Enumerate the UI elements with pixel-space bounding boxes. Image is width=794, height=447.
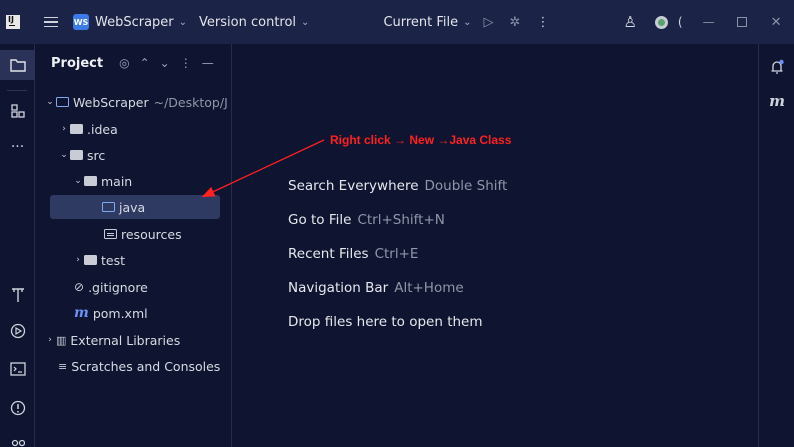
maximize-icon[interactable] <box>736 17 747 27</box>
tree-item-path: ~/Desktop/J <box>153 94 228 110</box>
add-user-icon[interactable]: ♙ <box>623 13 636 31</box>
hint-shortcut: Double Shift <box>424 178 508 194</box>
hint-navigation-bar[interactable]: Navigation Bar Alt+Home <box>288 280 464 296</box>
maven-icon: m <box>74 305 89 321</box>
tree-item-scratches[interactable]: ≡ Scratches and Consoles <box>58 354 220 378</box>
chevron-down-icon[interactable]: ⌄ <box>463 17 471 28</box>
more-actions-icon[interactable]: ⋮ <box>536 15 549 30</box>
hint-shortcut: Alt+Home <box>394 280 464 296</box>
hint-label: Drop files here to open them <box>288 314 483 330</box>
source-folder-icon <box>102 202 115 212</box>
tree-item-test[interactable]: › test <box>72 248 125 272</box>
hint-label: Search Everywhere <box>288 178 419 194</box>
project-badge[interactable]: WS <box>73 14 89 30</box>
locate-icon[interactable]: ◎ <box>119 56 129 70</box>
hint-label: Go to File <box>288 212 352 228</box>
folder-icon <box>70 124 83 134</box>
tree-item-label: Scratches and Consoles <box>71 358 221 374</box>
hide-panel-icon[interactable]: — <box>202 56 214 70</box>
folder-icon <box>70 150 83 160</box>
tree-item-java[interactable]: java <box>50 195 220 219</box>
chevron-right-icon[interactable]: › <box>44 335 56 345</box>
chevron-right-icon[interactable]: › <box>58 124 70 134</box>
tree-item-gitignore[interactable]: ⊘ .gitignore <box>74 275 148 299</box>
hint-shortcut: Ctrl+E <box>374 246 419 262</box>
project-panel: Project ◎ ⌃ ⌄ ⋮ — ⌄ WebScraper ~/Desktop… <box>36 44 232 447</box>
hint-label: Recent Files <box>288 246 369 262</box>
tree-item-resources[interactable]: resources <box>104 222 182 246</box>
build-icon[interactable] <box>0 280 35 310</box>
hint-search-everywhere[interactable]: Search Everywhere Double Shift <box>288 178 507 194</box>
hint-drop-files: Drop files here to open them <box>288 314 483 330</box>
tree-item-label: test <box>101 252 126 268</box>
project-name[interactable]: WebScraper <box>95 15 174 30</box>
hint-recent-files[interactable]: Recent Files Ctrl+E <box>288 246 418 262</box>
tree-item-label: pom.xml <box>92 305 148 321</box>
tree-item-external-libraries[interactable]: › ▥ External Libraries <box>44 328 180 352</box>
tree-item-label: main <box>101 173 133 189</box>
module-folder-icon <box>56 97 69 107</box>
problems-icon[interactable] <box>0 393 35 423</box>
options-icon[interactable]: ⋮ <box>180 56 192 70</box>
run-icon[interactable] <box>0 316 35 346</box>
git-icon[interactable] <box>0 427 35 447</box>
title-bar: IJ WS WebScraper ⌄ Version control ⌄ Cur… <box>0 0 794 44</box>
folder-icon <box>84 255 97 265</box>
minimize-icon[interactable]: — <box>703 15 715 29</box>
resources-folder-icon <box>104 229 117 239</box>
editor-empty-state: Right click → New →Java Class Search Eve… <box>233 44 757 447</box>
ignore-file-icon: ⊘ <box>74 280 85 294</box>
close-icon[interactable]: ✕ <box>771 15 782 30</box>
search-icon[interactable]: ( <box>678 15 683 29</box>
chevron-down-icon[interactable]: ⌄ <box>58 150 70 160</box>
scratches-icon: ≡ <box>58 359 68 373</box>
terminal-icon[interactable] <box>0 354 35 384</box>
main-menu-icon[interactable] <box>44 16 58 28</box>
tree-item-label: WebScraper <box>73 94 149 110</box>
run-config-selector[interactable]: Current File <box>383 15 458 30</box>
chevron-down-icon[interactable]: ⌄ <box>301 17 309 28</box>
more-tools-icon[interactable]: ··· <box>0 132 35 162</box>
panel-title[interactable]: Project <box>51 56 103 71</box>
structure-icon[interactable] <box>0 96 35 126</box>
project-panel-header: Project ◎ ⌃ ⌄ ⋮ — <box>36 44 231 82</box>
tree-item-label: External Libraries <box>70 332 181 348</box>
hint-label: Navigation Bar <box>288 280 389 296</box>
vcs-menu[interactable]: Version control <box>199 15 296 30</box>
right-tool-strip: m <box>758 44 794 447</box>
tree-item-pom[interactable]: m pom.xml <box>74 301 148 325</box>
tree-item-label: .gitignore <box>88 279 148 295</box>
hint-shortcut: Ctrl+Shift+N <box>357 212 445 228</box>
maven-panel-icon[interactable]: m <box>759 86 794 116</box>
chevron-down-icon[interactable]: ⌄ <box>179 17 187 28</box>
tree-item-src[interactable]: ⌄ src <box>58 143 105 167</box>
expand-all-icon[interactable]: ⌃ <box>140 56 150 70</box>
tree-item-root[interactable]: ⌄ WebScraper ~/Desktop/J <box>44 90 228 114</box>
left-tool-strip: ··· <box>0 44 35 447</box>
hint-go-to-file[interactable]: Go to File Ctrl+Shift+N <box>288 212 445 228</box>
chevron-down-icon[interactable]: ⌄ <box>72 176 84 186</box>
notifications-icon[interactable] <box>759 52 794 82</box>
chevron-down-icon[interactable]: ⌄ <box>44 97 56 107</box>
ai-assistant-icon[interactable] <box>654 15 668 29</box>
tree-item-label: java <box>119 199 146 215</box>
project-icon[interactable] <box>0 50 35 80</box>
annotation-text: Right click → New →Java Class <box>330 133 512 147</box>
debug-icon[interactable]: ✲ <box>510 15 521 30</box>
intellij-logo-icon: IJ <box>6 15 20 29</box>
folder-icon <box>84 176 97 186</box>
tree-item-label: .idea <box>87 121 118 137</box>
tree-item-main[interactable]: ⌄ main <box>72 169 132 193</box>
tree-item-idea[interactable]: › .idea <box>58 117 118 141</box>
chevron-right-icon[interactable]: › <box>72 255 84 265</box>
collapse-all-icon[interactable]: ⌄ <box>160 56 170 70</box>
tree-item-label: resources <box>121 226 182 242</box>
library-icon: ▥ <box>56 333 67 347</box>
tree-item-label: src <box>87 147 106 163</box>
run-icon[interactable]: ▷ <box>484 15 494 30</box>
